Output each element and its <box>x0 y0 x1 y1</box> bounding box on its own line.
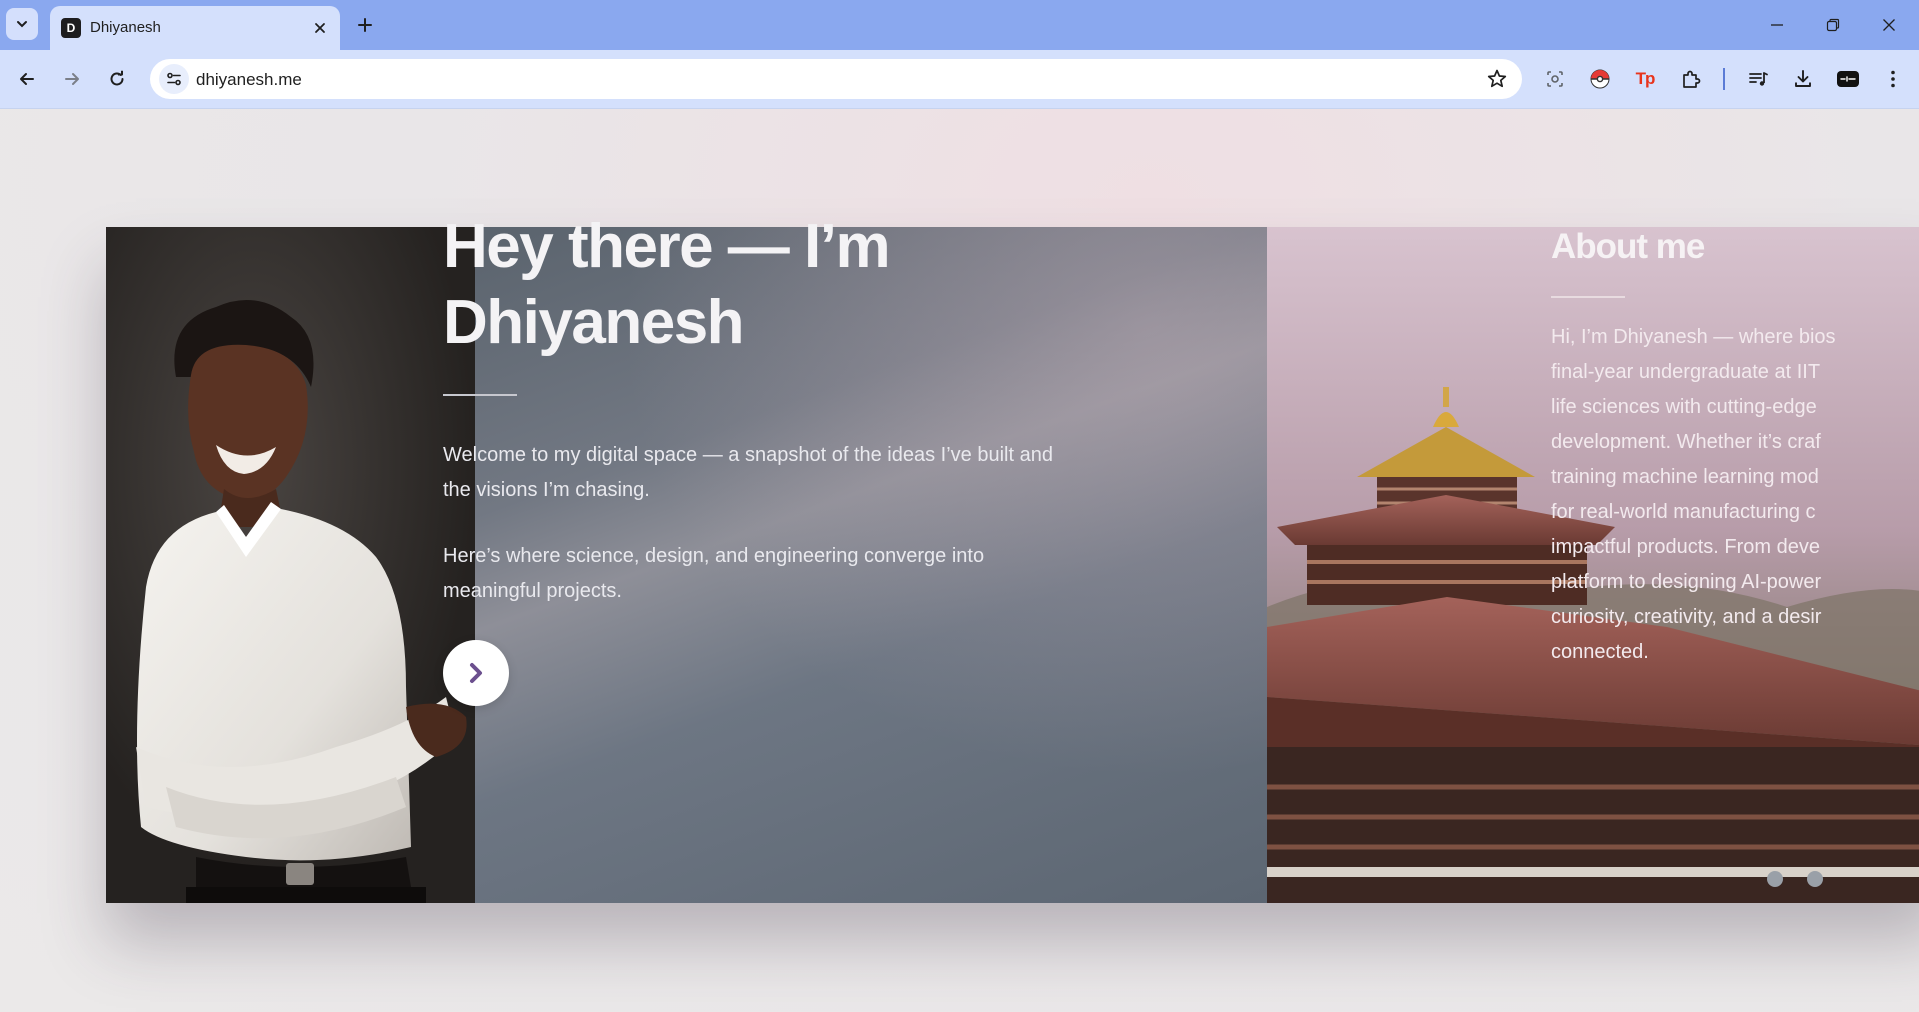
browser-menu-button[interactable] <box>1877 63 1909 95</box>
forward-arrow-icon <box>63 70 81 88</box>
back-button[interactable] <box>11 63 43 95</box>
about-line: training machine learning mod <box>1551 466 1819 488</box>
new-tab-button[interactable] <box>352 12 378 38</box>
puzzle-icon <box>1680 68 1702 90</box>
lens-button[interactable] <box>1539 63 1571 95</box>
tab-title: Dhiyanesh <box>90 19 161 36</box>
restore-button[interactable] <box>1818 10 1848 40</box>
profile-button[interactable] <box>1832 63 1864 95</box>
close-icon[interactable] <box>310 18 330 38</box>
next-button[interactable] <box>443 640 509 706</box>
hero-paragraph-2: Here’s where science, design, and engine… <box>443 545 985 602</box>
media-icon <box>1747 68 1769 90</box>
tp-extension-icon: Tp <box>1635 69 1656 88</box>
page-viewport: Hey there — I’m Dhiyanesh Welcome to my … <box>0 109 1919 1012</box>
hero-title-line-2: Dhiyanesh <box>443 288 745 357</box>
person-illustration <box>106 227 475 903</box>
close-window-button[interactable] <box>1874 10 1904 40</box>
pokeball-extension-icon <box>1589 68 1611 90</box>
chevron-down-icon <box>15 17 29 31</box>
about-line: impactful products. From deve <box>1551 536 1820 558</box>
about-line: connected. <box>1551 641 1649 663</box>
tab-search-button[interactable] <box>6 8 38 40</box>
site-info-icon[interactable] <box>159 64 189 94</box>
extensions-button[interactable] <box>1675 63 1707 95</box>
minimize-button[interactable] <box>1762 10 1792 40</box>
address-bar[interactable]: dhiyanesh.me <box>150 59 1522 99</box>
plus-icon <box>357 17 373 33</box>
media-controls-button[interactable] <box>1742 63 1774 95</box>
chevron-right-icon <box>465 662 487 684</box>
pokeball-extension-button[interactable] <box>1584 63 1616 95</box>
tab-strip: D Dhiyanesh <box>0 0 1919 50</box>
about-line: Hi, I’m Dhiyanesh — where bios <box>1551 326 1836 348</box>
profile-icon <box>1836 67 1860 91</box>
about-line: platform to designing AI-power <box>1551 571 1822 593</box>
reload-icon <box>108 70 126 88</box>
kebab-menu-icon <box>1882 68 1904 90</box>
download-icon <box>1792 68 1814 90</box>
forward-button[interactable] <box>56 63 88 95</box>
site-favicon: D <box>61 18 81 38</box>
hero-divider <box>443 394 517 396</box>
about-line: development. Whether it’s craf <box>1551 431 1821 453</box>
profile-photo <box>106 227 475 903</box>
star-icon[interactable] <box>1486 68 1508 90</box>
reload-button[interactable] <box>101 63 133 95</box>
about-divider <box>1551 296 1625 298</box>
hero-title-line-1: Hey there — I’m <box>443 212 891 281</box>
tp-extension-button[interactable]: Tp <box>1629 63 1661 95</box>
about-line: curiosity, creativity, and a desir <box>1551 606 1822 628</box>
url-text[interactable]: dhiyanesh.me <box>196 70 302 90</box>
hero-title: Hey there — I’m Dhiyanesh <box>443 209 1003 361</box>
browser-toolbar: dhiyanesh.me Tp <box>0 50 1919 109</box>
minimize-icon <box>1770 18 1784 32</box>
about-line: life sciences with cutting-edge <box>1551 396 1817 418</box>
about-paragraph: Hi, I’m Dhiyanesh — where bios final-yea… <box>1551 320 1919 670</box>
about-line: final-year undergraduate at IIT <box>1551 361 1821 383</box>
hero-paragraph-1: Welcome to my digital space — a snapshot… <box>443 444 1053 501</box>
about-line: for real-world manufacturing c <box>1551 501 1816 523</box>
lens-icon <box>1544 68 1566 90</box>
browser-tab-active[interactable]: D Dhiyanesh <box>50 6 340 50</box>
restore-icon <box>1826 18 1840 32</box>
back-arrow-icon <box>18 70 36 88</box>
about-title: About me <box>1551 227 1705 266</box>
toolbar-separator <box>1723 68 1725 90</box>
close-icon <box>1882 18 1896 32</box>
downloads-button[interactable] <box>1787 63 1819 95</box>
